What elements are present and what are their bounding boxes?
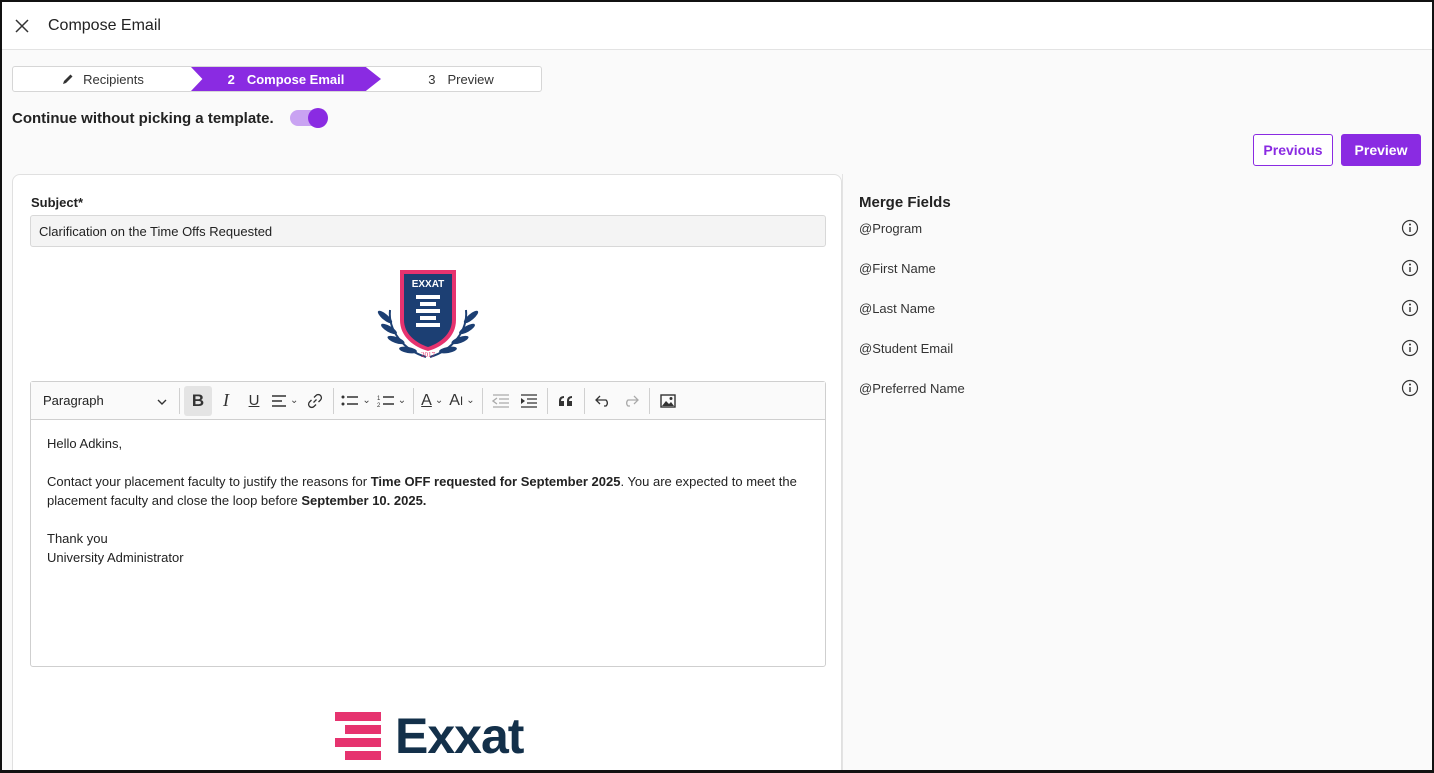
merge-field-item[interactable]: @Student Email (859, 338, 1419, 358)
pencil-icon (62, 73, 74, 85)
toolbar-divider (413, 387, 415, 414)
blockquote-icon[interactable] (552, 386, 580, 416)
merge-fields-panel: Merge Fields @Program @First Name @Last … (842, 174, 1432, 770)
body-paragraph: Contact your placement faculty to justif… (47, 474, 797, 508)
exxat-footer-logo: Exxat (335, 708, 524, 764)
preview-button[interactable]: Preview (1341, 134, 1421, 166)
block-format-value: Paragraph (43, 393, 104, 408)
step-number: 2 (227, 71, 235, 87)
step-number: 3 (428, 71, 436, 87)
subject-input[interactable]: Clarification on the Time Offs Requested (30, 215, 826, 247)
wizard-stepper: Recipients 2 Compose Email 3 Preview (12, 66, 542, 92)
info-icon[interactable] (1401, 259, 1419, 277)
editor-toolbar: Paragraph B I U ⌄ ⌄ 1 2 ⌄ A ⌄ A I ⌄ (31, 382, 825, 420)
step-compose-email[interactable]: 2 Compose Email (191, 67, 381, 91)
info-icon[interactable] (1401, 379, 1419, 397)
bold-icon[interactable]: B (184, 385, 212, 416)
previous-button[interactable]: Previous (1253, 134, 1333, 166)
toolbar-divider (583, 387, 585, 414)
window-title: Compose Email (48, 16, 161, 34)
exxat-crest-logo: EXXAT 2017 (377, 270, 479, 359)
step-label: Compose Email (246, 71, 345, 87)
template-toggle-label: Continue without picking a template. (12, 109, 274, 127)
font-size-icon[interactable]: A I ⌄ (446, 386, 477, 416)
exxat-wordmark: Exxat (395, 708, 524, 764)
step-label: Preview (447, 71, 494, 87)
bulleted-list-icon[interactable]: ⌄ (338, 386, 373, 416)
greeting-line: Hello Adkins, (47, 436, 123, 451)
rich-text-editor: Paragraph B I U ⌄ ⌄ 1 2 ⌄ A ⌄ A I ⌄ Hell… (30, 381, 826, 667)
info-icon[interactable] (1401, 339, 1419, 357)
info-icon[interactable] (1401, 299, 1419, 317)
merge-field-item[interactable]: @Program (859, 218, 1419, 238)
step-label: Recipients (83, 71, 144, 87)
merge-field-item[interactable]: @First Name (859, 258, 1419, 278)
email-compose-card: Subject* Clarification on the Time Offs … (12, 174, 842, 770)
toolbar-divider (648, 387, 650, 414)
merge-fields-title: Merge Fields (859, 194, 951, 211)
signoff-line: Thank you (47, 531, 108, 546)
editor-content[interactable]: Hello Adkins, Contact your placement fac… (31, 420, 825, 581)
exxat-mark-icon (335, 712, 381, 760)
numbered-list-icon[interactable]: 12 ⌄ (374, 386, 409, 416)
block-format-select[interactable]: Paragraph (35, 386, 175, 416)
redo-icon[interactable] (617, 386, 645, 416)
compose-email-window: Compose Email Recipients 2 Compose Email… (0, 0, 1434, 773)
link-icon[interactable] (301, 386, 329, 416)
indent-icon[interactable] (515, 386, 543, 416)
toolbar-divider (179, 387, 180, 414)
signature-line: University Administrator (47, 550, 184, 565)
step-recipients[interactable]: Recipients (13, 67, 193, 91)
svg-text:1: 1 (377, 396, 381, 402)
svg-text:2: 2 (377, 403, 381, 408)
title-bar: Compose Email (2, 2, 1432, 50)
merge-field-item[interactable]: @Preferred Name (859, 378, 1419, 398)
insert-image-icon[interactable] (654, 386, 682, 416)
chevron-down-icon (157, 393, 167, 408)
align-icon[interactable]: ⌄ (268, 386, 301, 416)
close-icon[interactable] (12, 16, 32, 36)
subject-label: Subject* (31, 195, 84, 210)
outdent-icon[interactable] (487, 386, 515, 416)
toolbar-divider (546, 387, 548, 414)
step-preview[interactable]: 3 Preview (381, 67, 541, 91)
toolbar-divider (333, 387, 335, 414)
font-color-icon[interactable]: A ⌄ (418, 386, 446, 416)
info-icon[interactable] (1401, 219, 1419, 237)
svg-text:2017: 2017 (421, 351, 436, 359)
toggle-knob (307, 108, 328, 128)
merge-field-item[interactable]: @Last Name (859, 298, 1419, 318)
svg-text:EXXAT: EXXAT (412, 279, 445, 290)
underline-icon[interactable]: U (240, 386, 268, 416)
undo-icon[interactable] (589, 386, 617, 416)
toolbar-divider (481, 387, 483, 414)
italic-icon[interactable]: I (212, 386, 240, 416)
template-toggle-switch[interactable] (289, 108, 328, 128)
template-toggle-row: Continue without picking a template. (12, 106, 328, 130)
